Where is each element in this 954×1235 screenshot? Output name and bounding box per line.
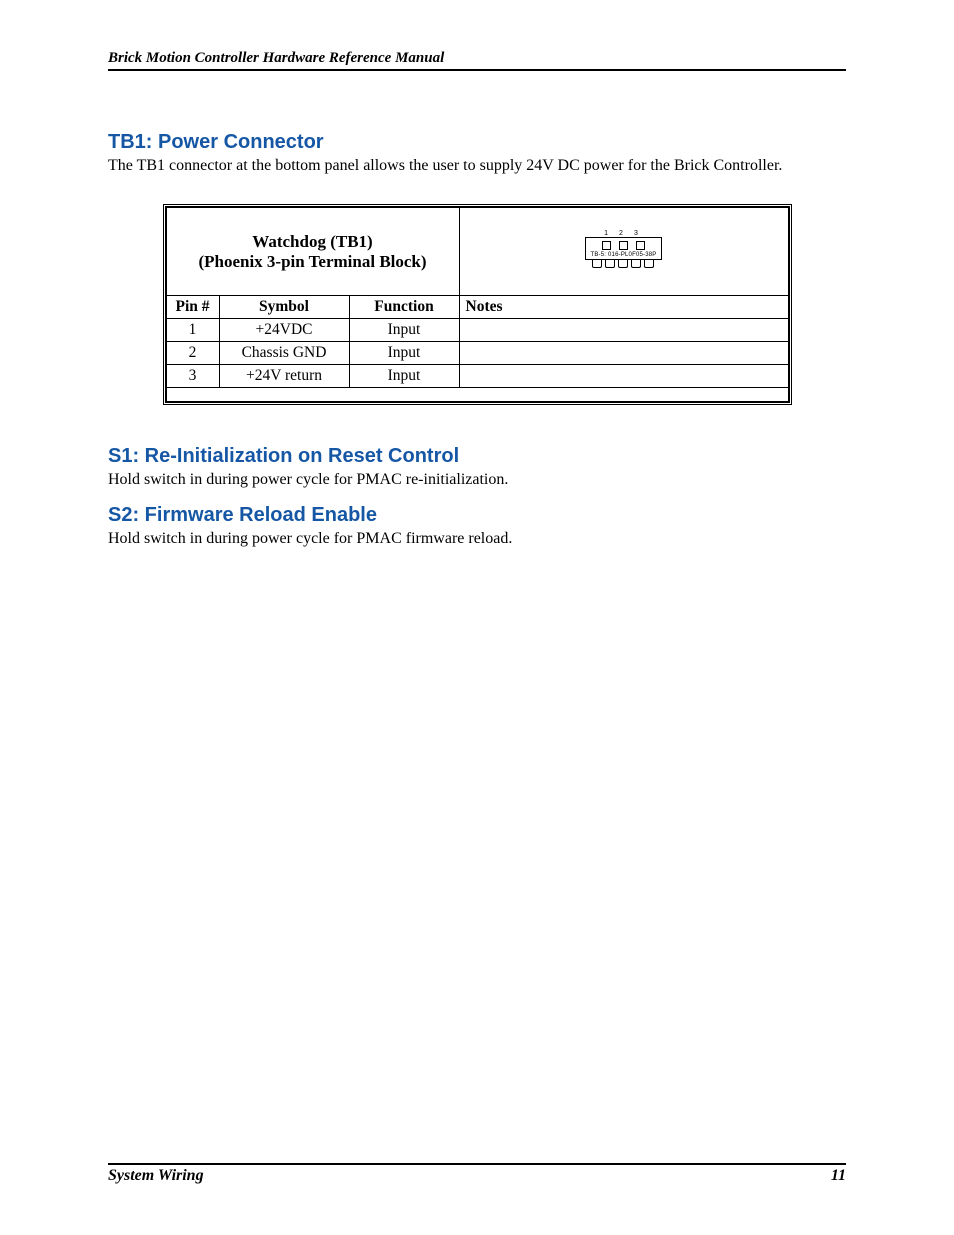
cell-function: Input xyxy=(349,319,459,342)
diagram-pin-icon xyxy=(602,241,611,250)
diagram-pin-num: 2 xyxy=(619,230,634,237)
col-header-function: Function xyxy=(349,296,459,319)
diagram-pin-num: 3 xyxy=(634,230,649,237)
cell-function: Input xyxy=(349,365,459,388)
cell-function: Input xyxy=(349,342,459,365)
caption-line2: (Phoenix 3-pin Terminal Block) xyxy=(198,252,426,271)
table-header-row: Pin # Symbol Function Notes xyxy=(166,296,788,319)
cell-notes xyxy=(459,342,788,365)
connector-diagram-cell: 123 TB-5: 016-PL0F05-38P xyxy=(459,208,788,296)
heading-tb1: TB1: Power Connector xyxy=(108,131,846,154)
footer-section: System Wiring xyxy=(108,1167,204,1185)
paragraph-tb1: The TB1 connector at the bottom panel al… xyxy=(108,156,846,176)
cell-notes xyxy=(459,365,788,388)
col-header-notes: Notes xyxy=(459,296,788,319)
cell-pin: 2 xyxy=(166,342,219,365)
cell-symbol: +24V return xyxy=(219,365,349,388)
table-row: 2 Chassis GND Input xyxy=(166,342,788,365)
cell-notes xyxy=(459,319,788,342)
connector-diagram: 123 TB-5: 016-PL0F05-38P xyxy=(585,230,661,268)
footer-page-number: 11 xyxy=(831,1167,846,1185)
table-row: 3 +24V return Input xyxy=(166,365,788,388)
running-header: Brick Motion Controller Hardware Referen… xyxy=(108,50,846,71)
col-header-pin: Pin # xyxy=(166,296,219,319)
cell-pin: 1 xyxy=(166,319,219,342)
heading-s2: S2: Firmware Reload Enable xyxy=(108,504,846,527)
table-caption: Watchdog (TB1) (Phoenix 3-pin Terminal B… xyxy=(166,208,459,296)
diagram-pin-num: 1 xyxy=(604,230,619,237)
diagram-pin-icon xyxy=(636,241,645,250)
cell-symbol: +24VDC xyxy=(219,319,349,342)
cell-symbol: Chassis GND xyxy=(219,342,349,365)
diagram-pin-icon xyxy=(619,241,628,250)
pinout-table-container: Watchdog (TB1) (Phoenix 3-pin Terminal B… xyxy=(163,204,792,405)
heading-s1: S1: Re-Initialization on Reset Control xyxy=(108,445,846,468)
table-spacer-row xyxy=(166,388,788,402)
cell-pin: 3 xyxy=(166,365,219,388)
paragraph-s1: Hold switch in during power cycle for PM… xyxy=(108,470,846,490)
diagram-part-label: TB-5: 016-PL0F05-38P xyxy=(590,252,656,258)
pinout-table: Watchdog (TB1) (Phoenix 3-pin Terminal B… xyxy=(166,207,789,402)
page-footer: System Wiring 11 xyxy=(108,1163,846,1185)
caption-line1: Watchdog (TB1) xyxy=(252,232,372,251)
table-row: 1 +24VDC Input xyxy=(166,319,788,342)
col-header-symbol: Symbol xyxy=(219,296,349,319)
paragraph-s2: Hold switch in during power cycle for PM… xyxy=(108,529,846,549)
